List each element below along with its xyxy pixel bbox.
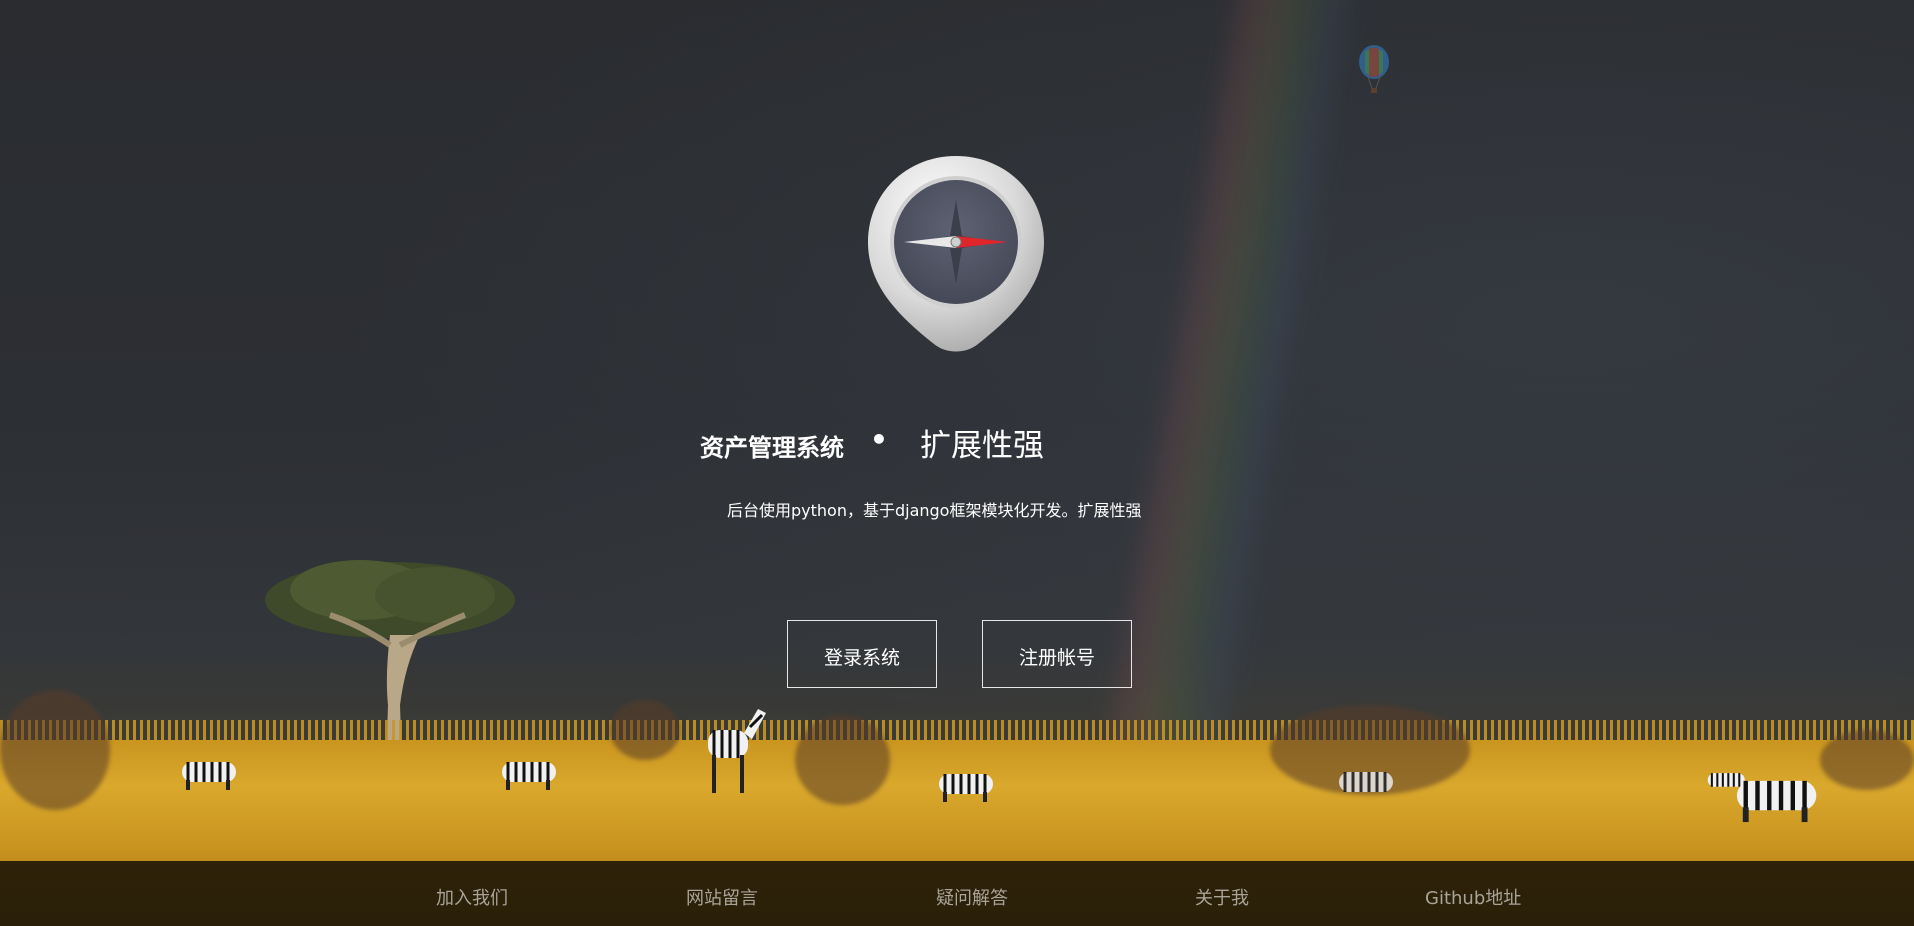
hero-description: 后台使用python，基于django框架模块化开发。扩展性强 xyxy=(727,501,1142,520)
bush xyxy=(0,690,110,810)
hot-air-balloon-image xyxy=(1359,45,1389,93)
footer-link-faq[interactable]: 疑问解答 xyxy=(936,884,1008,910)
zebra-image xyxy=(708,709,766,793)
footer-link-github[interactable]: Github地址 xyxy=(1425,884,1521,910)
login-button[interactable]: 登录系统 xyxy=(787,620,937,688)
footer-link-about-me[interactable]: 关于我 xyxy=(1195,884,1249,910)
zebra-image xyxy=(502,762,556,790)
page-title: 资产管理系统 xyxy=(700,434,844,462)
register-button[interactable]: 注册帐号 xyxy=(982,620,1132,688)
zebra-image xyxy=(1736,780,1817,823)
landing-page: 资产管理系统 • 扩展性强 后台使用python，基于django框架模块化开发… xyxy=(0,0,1914,926)
footer-link-join-us[interactable]: 加入我们 xyxy=(436,884,508,910)
compass-icon xyxy=(868,156,1044,352)
bush xyxy=(610,700,680,760)
title-separator: • xyxy=(870,423,888,456)
page-subtitle: 扩展性强 xyxy=(920,428,1044,464)
hero-headline: 资产管理系统 • 扩展性强 xyxy=(700,418,1220,464)
zebra-image xyxy=(939,774,993,802)
bush xyxy=(795,715,890,805)
footer-nav: 加入我们 网站留言 疑问解答 关于我 Github地址 xyxy=(0,861,1914,926)
footer-link-message[interactable]: 网站留言 xyxy=(686,884,758,910)
zebra-image xyxy=(182,762,236,790)
zebra-image xyxy=(1339,772,1393,792)
